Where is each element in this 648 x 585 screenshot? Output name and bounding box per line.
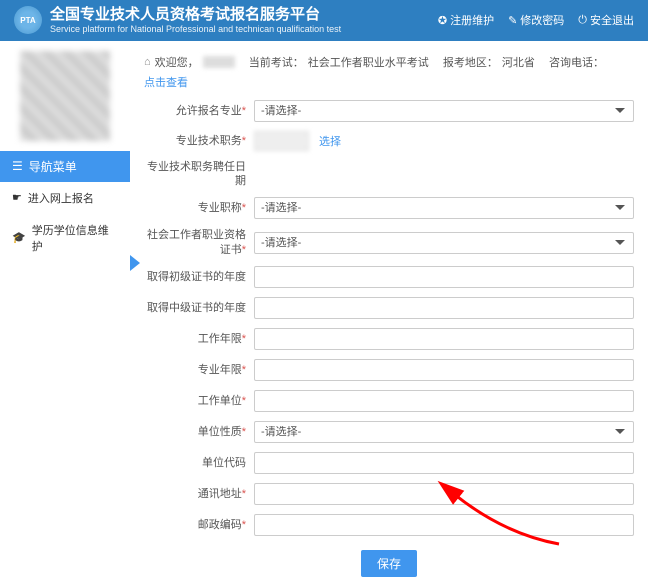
- home-icon: ⌂: [144, 56, 151, 68]
- logo-icon: PTA: [14, 6, 42, 34]
- main: ⌂ 欢迎您， 当前考试： 社会工作者职业水平考试 报考地区： 河北省 咨询电话：…: [130, 41, 648, 585]
- row-postcode: 邮政编码*: [144, 514, 634, 536]
- allowed-major-select[interactable]: -请选择-: [254, 100, 634, 122]
- sidebar-item-register[interactable]: ☛ 进入网上报名: [0, 182, 130, 214]
- app-header: PTA 全国专业技术人员资格考试报名服务平台 Service platform …: [0, 0, 648, 41]
- title-cn: 全国专业技术人员资格考试报名服务平台: [50, 6, 341, 24]
- unit-nature-select[interactable]: -请选择-: [254, 421, 634, 443]
- tab-marker-icon: [130, 255, 140, 271]
- sw-cert-select[interactable]: -请选择-: [254, 232, 634, 254]
- container: ☰ 导航菜单 ☛ 进入网上报名 🎓 学历学位信息维护 ⌂ 欢迎您， 当前考试： …: [0, 41, 648, 585]
- header-right: ✪ 注册维护 ✎ 修改密码 ⏻ 安全退出: [438, 12, 634, 28]
- row-pro-years: 专业年限*: [144, 359, 634, 381]
- header-titles: 全国专业技术人员资格考试报名服务平台 Service platform for …: [50, 6, 341, 35]
- row-mid-year: 取得中级证书的年度: [144, 297, 634, 319]
- breadcrumb: ⌂ 欢迎您， 当前考试： 社会工作者职业水平考试 报考地区： 河北省 咨询电话：…: [144, 49, 634, 100]
- pro-title-select[interactable]: -请选择-: [254, 197, 634, 219]
- hand-icon: ☛: [12, 191, 22, 204]
- nav-header: ☰ 导航菜单: [0, 151, 130, 182]
- sidebar-item-education[interactable]: 🎓 学历学位信息维护: [0, 214, 130, 262]
- row-work-years: 工作年限*: [144, 328, 634, 350]
- phone-link[interactable]: 点击查看: [144, 74, 188, 90]
- row-junior-year: 取得初级证书的年度: [144, 266, 634, 288]
- mid-year-input[interactable]: [254, 297, 634, 319]
- menu-icon: ☰: [12, 159, 23, 173]
- row-sw-cert: 社会工作者职业资格证书* -请选择-: [144, 228, 634, 257]
- sidebar: ☰ 导航菜单 ☛ 进入网上报名 🎓 学历学位信息维护: [0, 41, 130, 585]
- junior-year-input[interactable]: [254, 266, 634, 288]
- postcode-input[interactable]: [254, 514, 634, 536]
- row-tech-date: 专业技术职务聘任日期: [144, 160, 634, 189]
- password-link[interactable]: ✎ 修改密码: [508, 12, 564, 28]
- button-row: 保存: [144, 550, 634, 577]
- row-tech-title: 专业技术职务* 选择: [144, 131, 634, 151]
- title-en: Service platform for National Profession…: [50, 24, 341, 35]
- unit-code-input[interactable]: [254, 452, 634, 474]
- logout-link[interactable]: ⏻ 安全退出: [578, 12, 634, 28]
- work-unit-input[interactable]: [254, 390, 634, 412]
- tech-title-select-btn[interactable]: 选择: [319, 133, 341, 149]
- row-work-unit: 工作单位*: [144, 390, 634, 412]
- work-years-input[interactable]: [254, 328, 634, 350]
- username-blur: [203, 56, 235, 68]
- avatar: [20, 51, 110, 141]
- cap-icon: 🎓: [12, 231, 26, 244]
- form-area: 允许报名专业* -请选择- 专业技术职务* 选择 专业技术职务聘任日期 专业职称…: [144, 100, 634, 577]
- header-left: PTA 全国专业技术人员资格考试报名服务平台 Service platform …: [14, 6, 341, 35]
- row-unit-nature: 单位性质* -请选择-: [144, 421, 634, 443]
- address-input[interactable]: [254, 483, 634, 505]
- maintain-link[interactable]: ✪ 注册维护: [438, 12, 494, 28]
- row-pro-title: 专业职称* -请选择-: [144, 197, 634, 219]
- tech-title-value: [254, 131, 309, 151]
- row-allowed-major: 允许报名专业* -请选择-: [144, 100, 634, 122]
- row-unit-code: 单位代码: [144, 452, 634, 474]
- pro-years-input[interactable]: [254, 359, 634, 381]
- row-address: 通讯地址*: [144, 483, 634, 505]
- save-button[interactable]: 保存: [361, 550, 417, 577]
